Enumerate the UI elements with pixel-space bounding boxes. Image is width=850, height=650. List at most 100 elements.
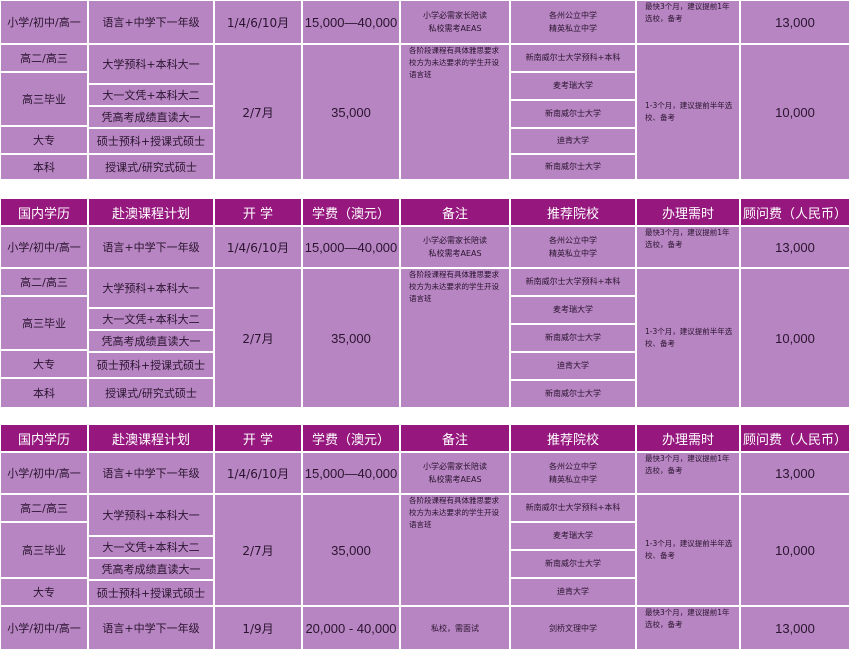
cell-school: 迪肯大学 [510, 128, 636, 154]
cell-school: 新南威尔士大学 [510, 324, 636, 352]
cell-program-first: 语言+中学下一年级 [88, 0, 214, 44]
cell-fee-first: 13,000 [740, 0, 850, 44]
cell-level: 高三毕业 [0, 72, 88, 126]
header-program: 赴澳课程计划 [88, 198, 214, 226]
cell-program: 大学预科+本科大一 [88, 44, 214, 84]
cell-level: 大专 [0, 126, 88, 154]
cell-time-first: 最快3个月，建议提前1年 选校，备考 [636, 0, 740, 44]
cell-program: 硕士预科+授课式硕士 [88, 128, 214, 154]
cell-note-first: 小学必需家长陪读 私校需考AEAS [400, 0, 510, 44]
header-fee: 顾问费（人民币） [740, 424, 850, 452]
header-intake: 开 学 [214, 198, 302, 226]
cell-intake-first: 1/4/6/10月 [214, 452, 302, 494]
table-block-3: 国内学历 赴澳课程计划 开 学 学费（澳元） 备注 推荐院校 办理需时 顾问费（… [0, 424, 850, 650]
cell-intake-last: 1/9月 [214, 606, 302, 650]
cell-level: 大专 [0, 578, 88, 606]
cell-level-first: 小学/初中/高一 [0, 226, 88, 268]
cell-program: 硕士预科+授课式硕士 [88, 352, 214, 378]
header-fee: 顾问费（人民币） [740, 198, 850, 226]
cell-program: 大一文凭+本科大二 [88, 308, 214, 330]
header-program: 赴澳课程计划 [88, 424, 214, 452]
cell-school-last: 剑桥文理中学 [510, 606, 636, 650]
cell-fee: 10,000 [740, 268, 850, 408]
cell-note-first: 小学必需家长陪读 私校需考AEAS [400, 452, 510, 494]
cell-level: 大专 [0, 350, 88, 378]
cell-tuition-last: 20,000 - 40,000 [302, 606, 400, 650]
cell-note-last: 私校，需面试 [400, 606, 510, 650]
cell-level: 高二/高三 [0, 494, 88, 522]
cell-fee: 10,000 [740, 494, 850, 606]
school-column: 新南威尔士大学预科+本科 麦考瑞大学 新南威尔士大学 迪肯大学 [510, 494, 636, 606]
header-level: 国内学历 [0, 424, 88, 452]
cell-school: 麦考瑞大学 [510, 72, 636, 100]
cell-school-first: 各州公立中学 精英私立中学 [510, 226, 636, 268]
cell-school: 新南威尔士大学预科+本科 [510, 494, 636, 522]
cell-level: 本科 [0, 378, 88, 408]
cell-tuition-first: 15,000—40,000 [302, 0, 400, 44]
cell-level: 本科 [0, 154, 88, 180]
cell-level: 高三毕业 [0, 296, 88, 350]
cell-note-first: 小学必需家长陪读 私校需考AEAS [400, 226, 510, 268]
cell-note: 各阶段课程有具体雅思要求 校方为未达要求的学生开设 语言班 [400, 268, 510, 408]
cell-tuition: 35,000 [302, 494, 400, 606]
cell-program: 大一文凭+本科大二 [88, 84, 214, 106]
cell-time-first: 最快3个月，建议提前1年 选校，备考 [636, 452, 740, 494]
cell-program-first: 语言+中学下一年级 [88, 226, 214, 268]
cell-school-first: 各州公立中学 精英私立中学 [510, 0, 636, 44]
cell-intake-first: 1/4/6/10月 [214, 226, 302, 268]
header-note: 备注 [400, 198, 510, 226]
table-block-1: 小学/初中/高一 语言+中学下一年级 1/4/6/10月 15,000—40,0… [0, 0, 850, 180]
cell-program: 授课式/研究式硕士 [88, 378, 214, 408]
cell-fee-first: 13,000 [740, 226, 850, 268]
cell-level: 高二/高三 [0, 44, 88, 72]
cell-fee: 10,000 [740, 44, 850, 180]
cell-program: 凭高考成绩直读大一 [88, 330, 214, 352]
cell-tuition: 35,000 [302, 268, 400, 408]
cell-school: 新南威尔士大学预科+本科 [510, 44, 636, 72]
cell-intake: 2/7月 [214, 44, 302, 180]
school-column: 新南威尔士大学预科+本科 麦考瑞大学 新南威尔士大学 迪肯大学 新南威尔士大学 [510, 44, 636, 180]
cell-program-last: 语言+中学下一年级 [88, 606, 214, 650]
header-time: 办理需时 [636, 198, 740, 226]
cell-level: 高三毕业 [0, 522, 88, 578]
cell-tuition-first: 15,000—40,000 [302, 226, 400, 268]
cell-time: 1-3个月，建议提前半年选校、备考 [636, 44, 740, 180]
cell-program: 大学预科+本科大一 [88, 268, 214, 308]
cell-school: 新南威尔士大学 [510, 154, 636, 180]
table-block-2: 国内学历 赴澳课程计划 开 学 学费（澳元） 备注 推荐院校 办理需时 顾问费（… [0, 198, 850, 408]
cell-fee-last: 13,000 [740, 606, 850, 650]
header-school: 推荐院校 [510, 424, 636, 452]
header-time: 办理需时 [636, 424, 740, 452]
cell-school: 新南威尔士大学 [510, 380, 636, 408]
cell-program: 硕士预科+授课式硕士 [88, 580, 214, 606]
cell-level-last: 小学/初中/高一 [0, 606, 88, 650]
cell-school-first: 各州公立中学 精英私立中学 [510, 452, 636, 494]
cell-school: 新南威尔士大学预科+本科 [510, 268, 636, 296]
cell-time: 1-3个月，建议提前半年选校、备考 [636, 494, 740, 606]
header-school: 推荐院校 [510, 198, 636, 226]
cell-program: 大学预科+本科大一 [88, 494, 214, 536]
cell-time-first: 最快3个月，建议提前1年 选校，备考 [636, 226, 740, 268]
header-note: 备注 [400, 424, 510, 452]
cell-time: 1-3个月，建议提前半年选校、备考 [636, 268, 740, 408]
cell-level: 高二/高三 [0, 268, 88, 296]
cell-intake: 2/7月 [214, 268, 302, 408]
cell-time-last: 最快3个月，建议提前1年 选校，备考 [636, 606, 740, 650]
header-tuition: 学费（澳元） [302, 198, 400, 226]
cell-program: 授课式/研究式硕士 [88, 154, 214, 180]
header-intake: 开 学 [214, 424, 302, 452]
cell-fee-first: 13,000 [740, 452, 850, 494]
cell-school: 新南威尔士大学 [510, 100, 636, 128]
cell-program: 凭高考成绩直读大一 [88, 558, 214, 580]
school-column: 新南威尔士大学预科+本科 麦考瑞大学 新南威尔士大学 迪肯大学 新南威尔士大学 [510, 268, 636, 408]
header-level: 国内学历 [0, 198, 88, 226]
cell-program: 大一文凭+本科大二 [88, 536, 214, 558]
cell-program: 凭高考成绩直读大一 [88, 106, 214, 128]
cell-intake: 2/7月 [214, 494, 302, 606]
cell-note: 各阶段课程有具体雅思要求 校方为未达要求的学生开设 语言班 [400, 44, 510, 180]
header-tuition: 学费（澳元） [302, 424, 400, 452]
cell-intake-first: 1/4/6/10月 [214, 0, 302, 44]
cell-school: 迪肯大学 [510, 352, 636, 380]
cell-tuition: 35,000 [302, 44, 400, 180]
cell-note: 各阶段课程有具体雅思要求 校方为未达要求的学生开设 语言班 [400, 494, 510, 606]
